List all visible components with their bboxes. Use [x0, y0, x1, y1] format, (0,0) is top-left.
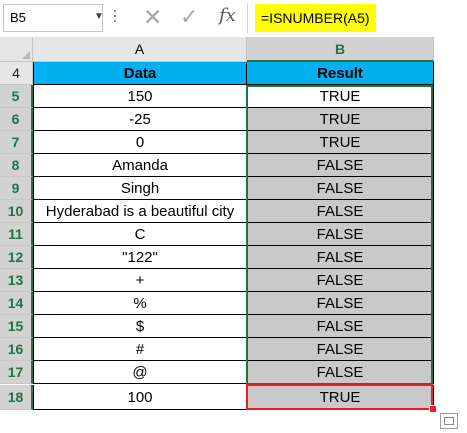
result-cell[interactable]: FALSE — [247, 269, 434, 292]
table-row: 13 + FALSE — [0, 269, 434, 292]
table-row: 6 -25 TRUE — [0, 108, 434, 131]
data-cell[interactable]: "122" — [33, 246, 247, 269]
result-cell[interactable]: FALSE — [247, 361, 434, 384]
data-cell[interactable]: # — [33, 338, 247, 361]
result-cell[interactable]: FALSE — [247, 177, 434, 200]
result-cell[interactable]: FALSE — [247, 246, 434, 269]
row-header[interactable]: 10 — [0, 200, 33, 223]
row-header[interactable]: 9 — [0, 177, 33, 200]
result-cell[interactable]: FALSE — [247, 200, 434, 223]
result-cell[interactable]: FALSE — [247, 315, 434, 338]
result-cell[interactable]: FALSE — [247, 338, 434, 361]
column-header-a[interactable]: A — [33, 37, 247, 62]
data-cell[interactable]: 150 — [33, 85, 247, 108]
select-all-button[interactable] — [0, 37, 33, 62]
data-cell[interactable]: Hyderabad is a beautiful city — [33, 200, 247, 223]
data-cell[interactable]: Singh — [33, 177, 247, 200]
table-header-row: 4 Data Result — [0, 62, 434, 85]
data-cell[interactable]: -25 — [33, 108, 247, 131]
formula-bar: B5 ▼ ✕ ✓ fx =ISNUMBER(A5) — [0, 0, 467, 38]
table-row: 18 100 TRUE — [0, 385, 434, 410]
table-row: 16 # FALSE — [0, 338, 434, 361]
fill-handle[interactable] — [429, 405, 437, 413]
row-header[interactable]: 5 — [0, 85, 33, 108]
row-header[interactable]: 7 — [0, 131, 33, 154]
formula-bar-divider — [247, 3, 248, 33]
table-row: 11 C FALSE — [0, 223, 434, 246]
row-header[interactable]: 16 — [0, 338, 33, 361]
spreadsheet-grid: A B 4 Data Result 5 150 TRUE 6 -25 TRUE … — [0, 37, 467, 433]
quick-analysis-icon[interactable] — [440, 413, 458, 429]
data-cell[interactable]: @ — [33, 361, 247, 384]
data-cell[interactable]: 100 — [33, 385, 247, 410]
row-header[interactable]: 4 — [0, 62, 33, 85]
data-cell[interactable]: % — [33, 292, 247, 315]
header-cell-data[interactable]: Data — [33, 62, 247, 85]
result-cell[interactable]: TRUE — [247, 385, 434, 410]
table-row: 17 @ FALSE — [0, 361, 434, 384]
row-header[interactable]: 14 — [0, 292, 33, 315]
table-row: 15 $ FALSE — [0, 315, 434, 338]
table-row: 8 Amanda FALSE — [0, 154, 434, 177]
row-header[interactable]: 17 — [0, 361, 33, 384]
table-row: 10 Hyderabad is a beautiful city FALSE — [0, 200, 434, 223]
header-cell-result[interactable]: Result — [247, 62, 434, 85]
insert-function-icon[interactable]: fx — [219, 5, 236, 26]
row-header[interactable]: 8 — [0, 154, 33, 177]
result-cell[interactable]: FALSE — [247, 154, 434, 177]
data-cell[interactable]: $ — [33, 315, 247, 338]
table-row: 14 % FALSE — [0, 292, 434, 315]
cancel-icon[interactable]: ✕ — [143, 4, 162, 31]
result-cell[interactable]: TRUE — [247, 85, 434, 108]
table-row: 9 Singh FALSE — [0, 177, 434, 200]
name-box[interactable]: B5 ▼ — [3, 4, 104, 32]
result-cell[interactable]: TRUE — [247, 131, 434, 154]
result-cell[interactable]: FALSE — [247, 292, 434, 315]
row-header[interactable]: 15 — [0, 315, 33, 338]
data-cell[interactable]: 0 — [33, 131, 247, 154]
formula-bar-grip-icon[interactable] — [113, 10, 117, 28]
name-box-value: B5 — [10, 10, 26, 25]
formula-input[interactable]: =ISNUMBER(A5) — [255, 4, 376, 32]
column-header-row: A B — [0, 37, 434, 62]
data-cell[interactable]: Amanda — [33, 154, 247, 177]
column-header-b[interactable]: B — [247, 37, 434, 62]
table-row: 5 150 TRUE — [0, 85, 434, 108]
row-header[interactable]: 12 — [0, 246, 33, 269]
data-cell[interactable]: C — [33, 223, 247, 246]
row-header[interactable]: 18 — [0, 385, 33, 410]
result-cell[interactable]: FALSE — [247, 223, 434, 246]
enter-check-icon[interactable]: ✓ — [180, 4, 198, 30]
row-header[interactable]: 6 — [0, 108, 33, 131]
row-header[interactable]: 13 — [0, 269, 33, 292]
row-header[interactable]: 11 — [0, 223, 33, 246]
table-row: 7 0 TRUE — [0, 131, 434, 154]
result-cell[interactable]: TRUE — [247, 108, 434, 131]
chevron-down-icon[interactable]: ▼ — [94, 11, 104, 22]
data-cell[interactable]: + — [33, 269, 247, 292]
table-row: 12 "122" FALSE — [0, 246, 434, 269]
